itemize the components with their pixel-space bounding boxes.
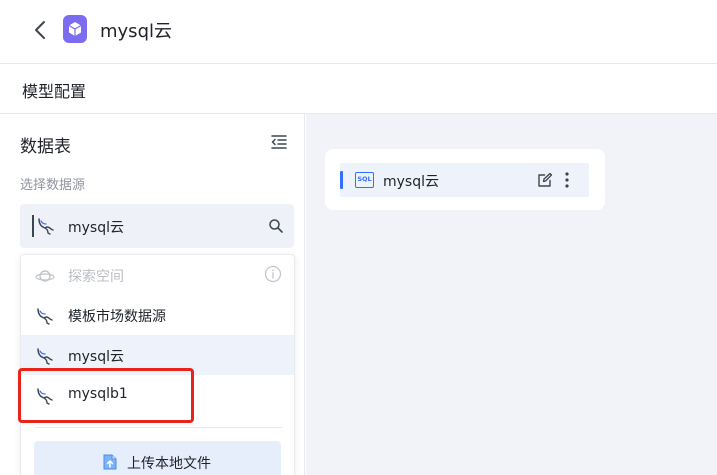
dropdown-item-mysqlb1[interactable]: mysqlb1	[21, 375, 294, 415]
datasource-value: mysql云	[68, 220, 124, 236]
dropdown-item-label: 模板市场数据源	[68, 309, 166, 325]
datasource-dropdown: 探索空间 模板市场数据源 mysql云 mysqlb1 上传本地文件	[20, 254, 295, 475]
chevron-left-icon	[35, 21, 45, 39]
top-bar: mysql云	[0, 0, 717, 64]
table-item[interactable]: SQL mysql云	[340, 163, 589, 197]
upload-local-file-button[interactable]: 上传本地文件	[34, 441, 281, 475]
edit-icon[interactable]	[537, 172, 553, 192]
section-header: 模型配置	[0, 64, 717, 114]
datatable-panel: 数据表 选择数据源 mysql云 探索空间 模板市场数据源 mysql云 mys…	[0, 114, 305, 475]
datasource-select[interactable]: mysql云	[20, 204, 294, 248]
panel-title: 数据表	[20, 137, 71, 157]
search-icon[interactable]	[268, 218, 284, 238]
mysql-dolphin-icon	[35, 386, 55, 410]
mysql-dolphin-icon	[36, 216, 56, 240]
mysql-dolphin-icon	[35, 346, 55, 370]
text-cursor	[32, 215, 34, 237]
section-title: 模型配置	[22, 82, 87, 101]
datasource-label: 选择数据源	[20, 178, 86, 193]
upload-label: 上传本地文件	[127, 456, 211, 472]
dropdown-item-explore-space: 探索空间	[21, 255, 294, 295]
planet-icon	[35, 266, 55, 290]
divider	[35, 427, 282, 428]
dropdown-item-label: mysql云	[68, 349, 124, 365]
dropdown-item-label: 探索空间	[68, 269, 124, 285]
dropdown-item-label: mysqlb1	[68, 386, 128, 402]
canvas-area: SQL mysql云	[306, 114, 717, 475]
active-indicator	[340, 171, 343, 189]
dropdown-item-template-market[interactable]: 模板市场数据源	[21, 295, 294, 335]
upload-file-icon	[100, 452, 120, 475]
back-button[interactable]	[30, 18, 50, 42]
sql-table-icon: SQL	[355, 172, 374, 188]
mysql-dolphin-icon	[35, 306, 55, 330]
box-icon	[63, 15, 87, 43]
more-vertical-icon[interactable]	[563, 171, 571, 193]
table-card: SQL mysql云	[325, 149, 605, 210]
info-icon[interactable]	[264, 265, 282, 287]
table-label: mysql云	[383, 174, 439, 190]
collapse-list-icon[interactable]	[270, 134, 288, 150]
dropdown-item-mysql-cloud[interactable]: mysql云	[21, 335, 294, 375]
app-title: mysql云	[100, 21, 172, 42]
